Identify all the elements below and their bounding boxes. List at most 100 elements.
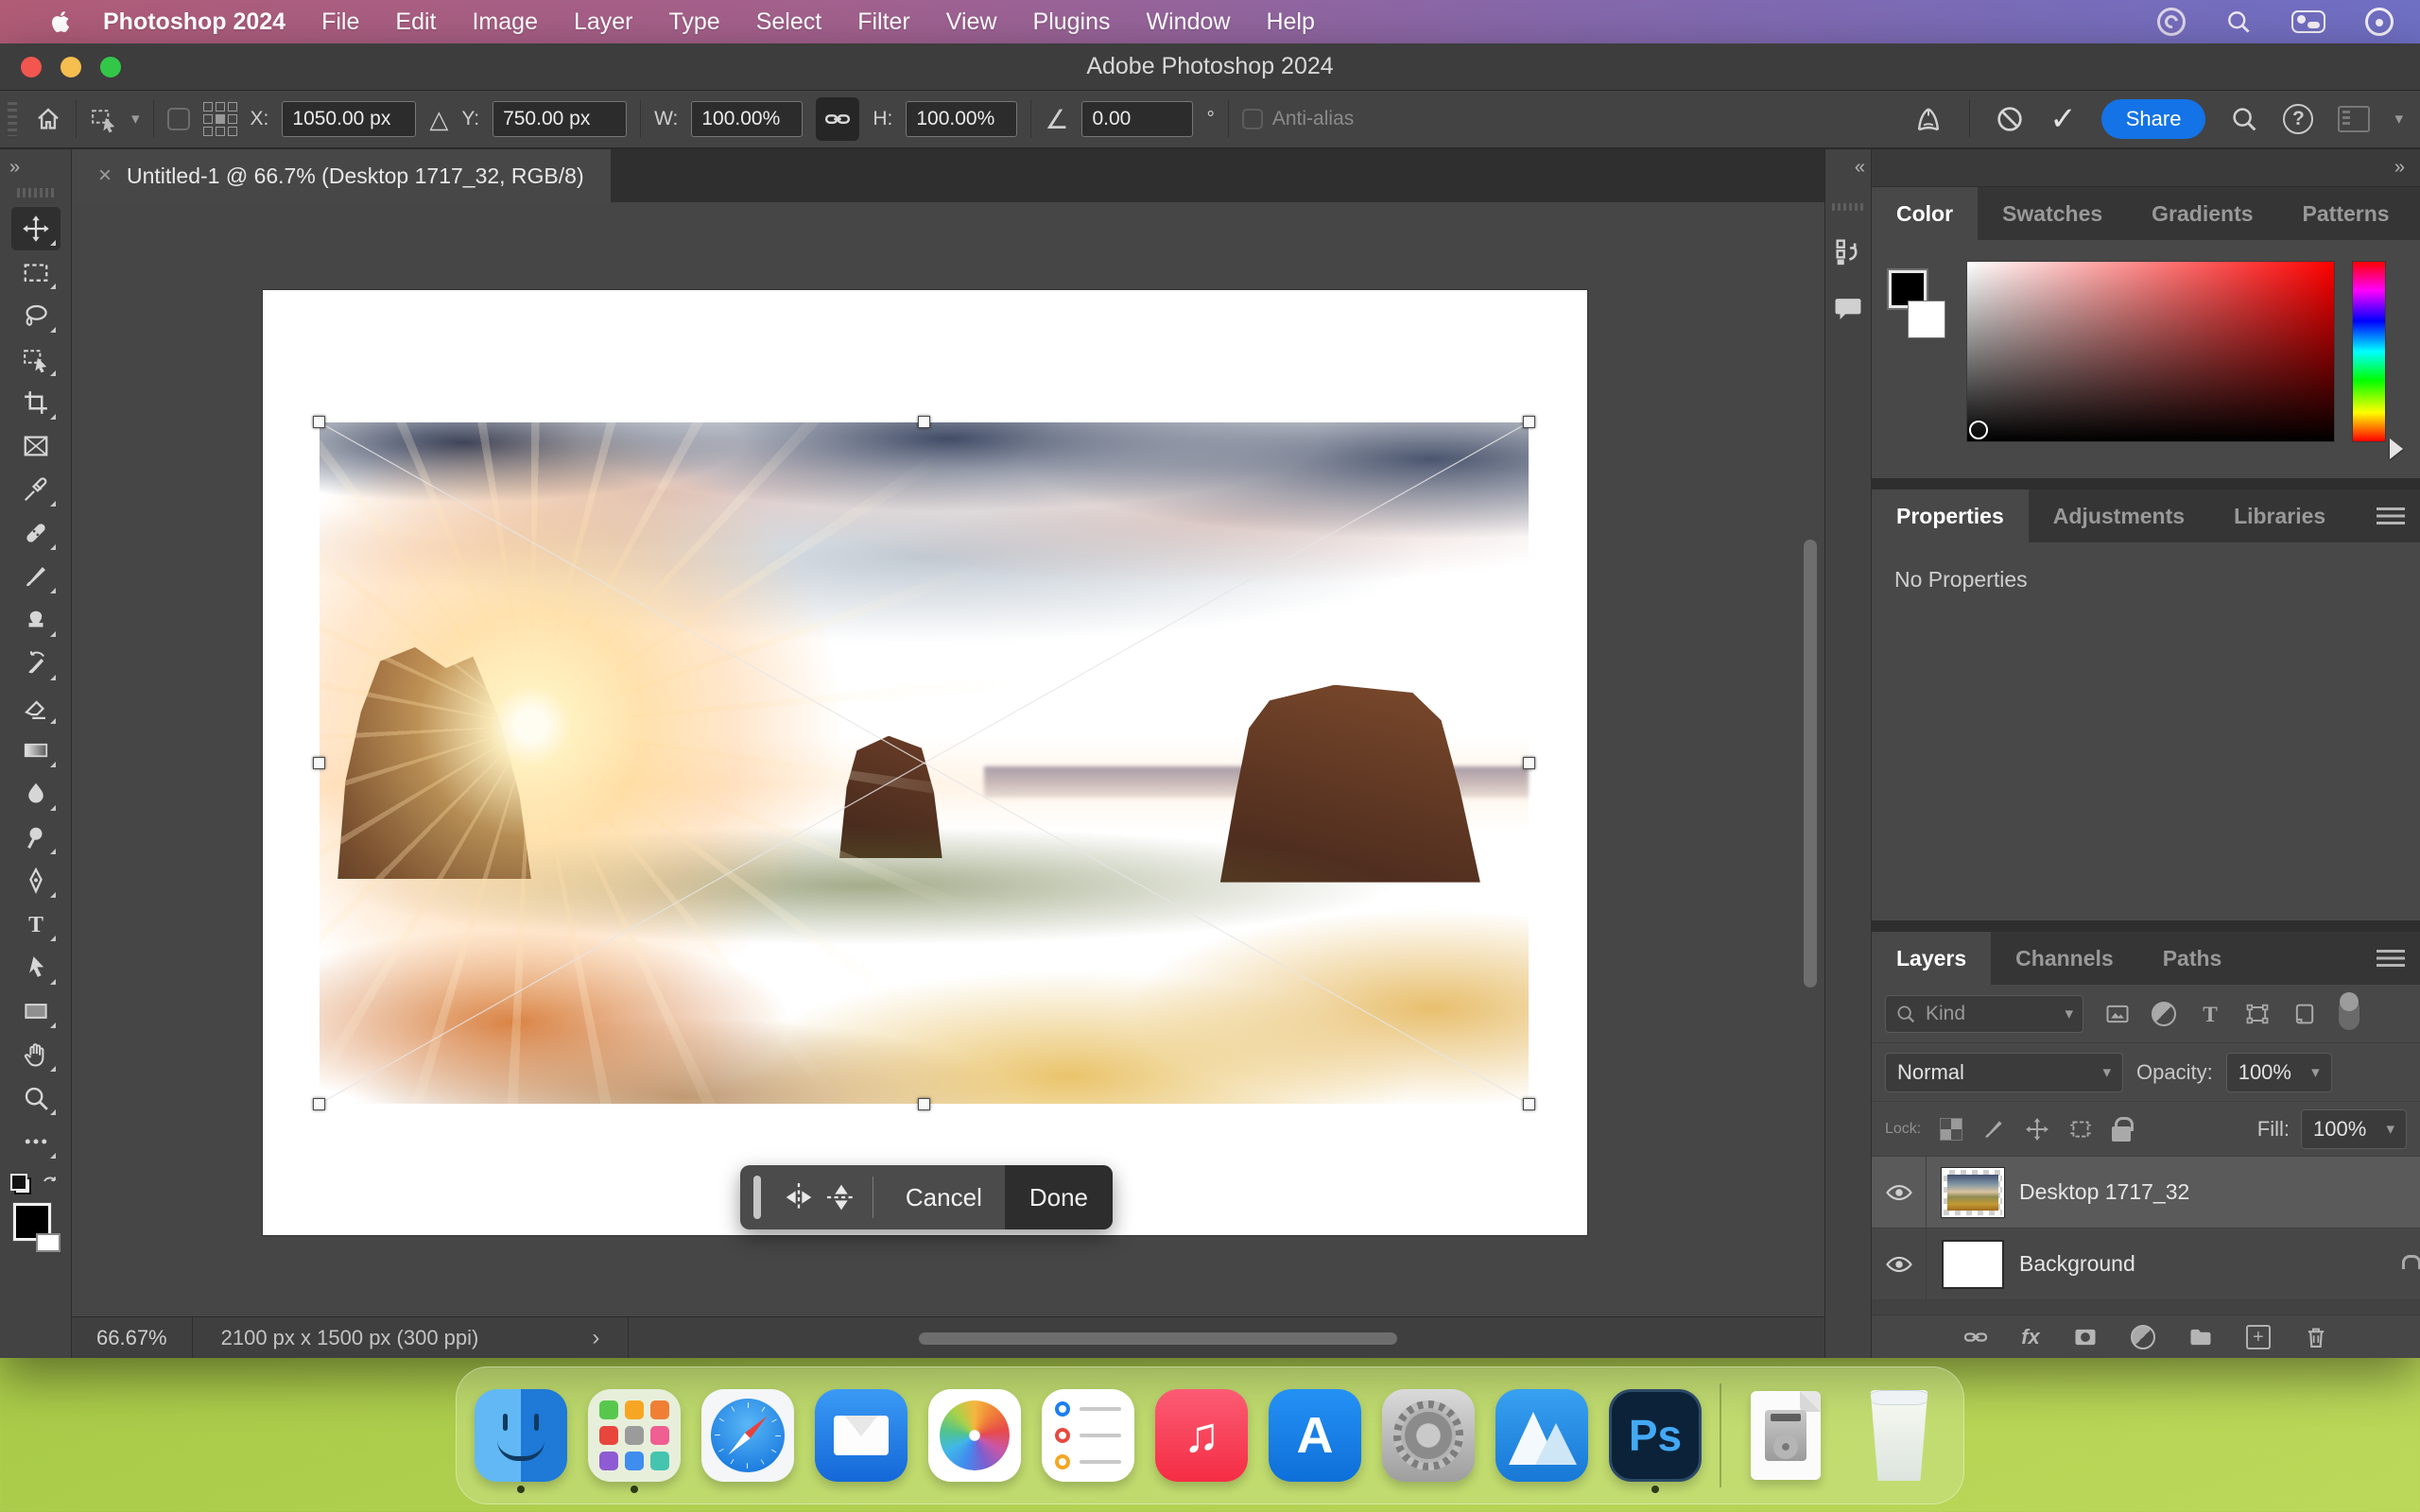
comments-panel-icon[interactable] — [1832, 292, 1864, 324]
healing-brush-tool[interactable] — [11, 511, 60, 555]
filter-pixel-layers-icon[interactable] — [2104, 1001, 2131, 1027]
dock-safari[interactable] — [699, 1380, 797, 1491]
properties-panel-menu-icon[interactable] — [2377, 507, 2405, 524]
tab-patterns[interactable]: Patterns — [2278, 187, 2414, 240]
warp-mode-icon[interactable] — [1912, 103, 1945, 135]
new-group-icon[interactable] — [2187, 1324, 2214, 1350]
creative-cloud-icon[interactable] — [2157, 8, 2186, 36]
canvas-area[interactable]: Cancel Done — [72, 202, 1824, 1316]
layer-name[interactable]: Desktop 1717_32 — [2019, 1179, 2189, 1205]
rotation-angle-input[interactable] — [1081, 101, 1193, 137]
share-button[interactable]: Share — [2101, 99, 2206, 139]
layer-visibility-cell[interactable] — [1872, 1228, 1927, 1299]
opacity-select[interactable]: 100% ▾ — [2226, 1053, 2332, 1092]
dock-disk-image-file[interactable] — [1737, 1380, 1835, 1491]
menu-image[interactable]: Image — [454, 9, 555, 36]
eye-icon[interactable] — [1885, 1178, 1913, 1207]
default-colors-icon[interactable] — [10, 1174, 31, 1194]
fill-select[interactable]: 100% ▾ — [2301, 1109, 2407, 1149]
dock-music[interactable]: ♫ — [1152, 1380, 1251, 1491]
menu-edit[interactable]: Edit — [377, 9, 454, 36]
frame-tool[interactable] — [11, 424, 60, 468]
anti-alias-checkbox[interactable] — [1242, 109, 1263, 129]
tab-adjustments[interactable]: Adjustments — [2029, 490, 2209, 542]
edit-toolbar-ellipsis[interactable] — [11, 1120, 60, 1163]
done-button[interactable]: Done — [1005, 1165, 1113, 1229]
tab-swatches[interactable]: Swatches — [1978, 187, 2127, 240]
dock-finder[interactable] — [472, 1380, 570, 1491]
object-selection-tool[interactable] — [11, 337, 60, 381]
filter-smart-objects-icon[interactable] — [2291, 1001, 2318, 1027]
tab-gradients[interactable]: Gradients — [2127, 187, 2277, 240]
dock-mail[interactable] — [812, 1380, 910, 1491]
lock-transparent-pixels-icon[interactable] — [1940, 1118, 1962, 1141]
background-color-swatch[interactable] — [36, 1233, 60, 1252]
menu-view[interactable]: View — [928, 9, 1015, 36]
control-center-icon[interactable] — [2291, 10, 2325, 33]
lock-position-icon[interactable] — [2025, 1117, 2049, 1142]
lock-all-icon[interactable] — [2112, 1126, 2131, 1142]
color-background-swatch[interactable] — [1908, 301, 1945, 338]
home-icon[interactable] — [34, 105, 62, 133]
touchbar-drag-handle[interactable] — [753, 1176, 761, 1219]
lock-artboard-icon[interactable] — [2068, 1117, 2093, 1142]
collapse-panels-icon[interactable]: » — [1872, 149, 2420, 187]
tab-properties[interactable]: Properties — [1872, 490, 2029, 542]
menu-type[interactable]: Type — [651, 9, 738, 36]
dock-photoshop[interactable]: Ps — [1606, 1380, 1704, 1491]
menu-select[interactable]: Select — [738, 9, 839, 36]
maintain-aspect-ratio-button[interactable] — [816, 97, 859, 141]
menu-filter[interactable]: Filter — [839, 9, 928, 36]
reference-point-locator[interactable] — [203, 102, 237, 136]
color-field-cursor[interactable] — [1969, 421, 1988, 439]
new-adjustment-layer-icon[interactable] — [2131, 1325, 2155, 1349]
lock-image-pixels-icon[interactable] — [1981, 1117, 2006, 1142]
menu-layer[interactable]: Layer — [556, 9, 651, 36]
expand-panels-icon[interactable]: « — [1845, 157, 1871, 179]
dodge-tool[interactable] — [11, 816, 60, 859]
layer-thumbnail[interactable] — [1942, 1168, 2004, 1217]
eraser-tool[interactable] — [11, 685, 60, 729]
flip-vertical-button[interactable] — [821, 1165, 863, 1229]
history-brush-tool[interactable] — [11, 642, 60, 685]
options-bar-grip[interactable] — [8, 102, 17, 136]
layers-panel-menu-icon[interactable] — [2377, 950, 2405, 967]
hue-slider[interactable] — [2352, 261, 2386, 442]
add-layer-mask-icon[interactable] — [2072, 1324, 2099, 1350]
layer-name[interactable]: Background — [2019, 1251, 2135, 1277]
layer-effects-icon[interactable]: fx — [2021, 1325, 2040, 1349]
rectangle-tool[interactable] — [11, 989, 60, 1033]
workspace-dropdown-icon[interactable]: ▾ — [2394, 110, 2403, 129]
filter-type-layers-icon[interactable]: T — [2197, 1001, 2223, 1027]
blur-tool[interactable] — [11, 772, 60, 816]
blend-mode-select[interactable]: Normal ▾ — [1885, 1053, 2123, 1092]
artboard[interactable] — [263, 290, 1587, 1235]
hue-slider-arrow[interactable] — [2390, 438, 2403, 459]
history-panel-icon[interactable] — [1832, 235, 1864, 267]
placed-image[interactable] — [320, 422, 1529, 1104]
tab-libraries[interactable]: Libraries — [2209, 490, 2350, 542]
spotlight-search-icon[interactable] — [2225, 9, 2252, 35]
toolbar-expand-icon[interactable]: » — [0, 157, 18, 179]
menu-window[interactable]: Window — [1129, 9, 1249, 36]
layer-filter-kind-select[interactable]: Kind ▾ — [1885, 995, 2083, 1033]
layer-row-desktop[interactable]: Desktop 1717_32 — [1872, 1157, 2420, 1228]
tab-paths[interactable]: Paths — [2138, 932, 2247, 985]
new-layer-icon[interactable]: + — [2246, 1325, 2271, 1349]
crop-tool[interactable] — [11, 381, 60, 424]
path-selection-tool[interactable] — [11, 946, 60, 989]
eye-icon[interactable] — [1885, 1250, 1913, 1279]
tab-channels[interactable]: Channels — [1991, 932, 2138, 985]
toggle-reference-point-checkbox[interactable] — [167, 108, 190, 130]
menu-file[interactable]: File — [303, 9, 377, 36]
y-position-input[interactable] — [493, 101, 627, 137]
dock-photos[interactable] — [925, 1380, 1024, 1491]
dock-trash[interactable] — [1850, 1380, 1948, 1491]
brush-tool[interactable] — [11, 555, 60, 598]
layer-filtering-toggle[interactable] — [2339, 998, 2360, 1030]
status-chevron-icon[interactable]: › — [592, 1325, 599, 1351]
move-tool[interactable] — [11, 207, 60, 250]
dock-app-store[interactable]: A — [1266, 1380, 1364, 1491]
link-layers-icon[interactable] — [1962, 1324, 1989, 1350]
tool-preset-dropdown-icon[interactable]: ▾ — [131, 110, 140, 129]
